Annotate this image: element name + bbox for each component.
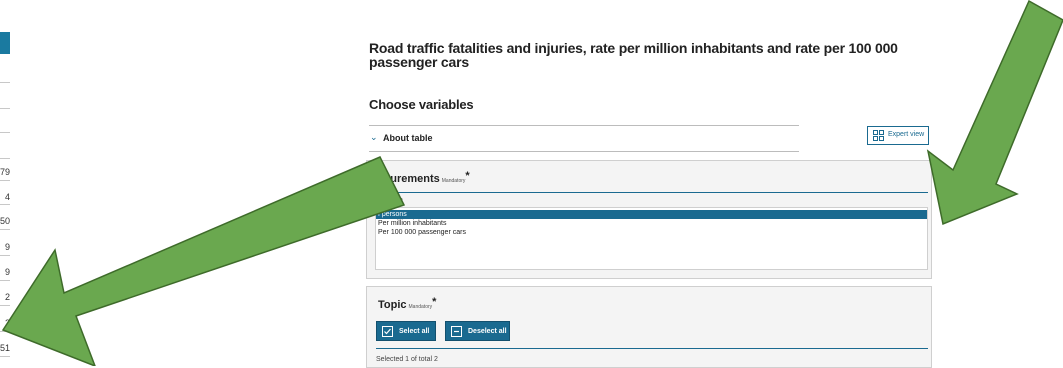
left-table-cell: 2 [4,318,10,328]
deselect-all-button[interactable]: Deselect all [445,321,510,341]
measurement-option[interactable]: Per 100 000 passenger cars [376,228,927,237]
measurements-selected-count: of total 3 [376,198,403,205]
left-table-cell: 51 [0,343,10,353]
deselect-all-label: Deselect all [468,328,507,335]
left-table-divider [0,305,10,306]
left-table-cell: 4 [4,192,10,202]
measurements-title-text: asurements [378,173,440,185]
measurement-option[interactable]: Per million inhabitants [376,219,927,228]
topic-title: Topic Mandatory* [378,296,437,311]
arrow-pointing-left-table [1,156,406,366]
topic-divider [376,348,928,349]
left-table-cell: 79 [0,167,10,177]
left-table-divider [0,229,10,230]
expert-view-label: Expert view [888,131,925,138]
required-star: * [432,296,437,308]
select-all-button[interactable]: Select all [376,321,436,341]
left-table-cell: 9 [4,267,10,277]
left-table-divider [0,280,10,281]
left-table-divider [0,204,10,205]
left-table-divider [0,132,10,133]
measurements-title: asurements Mandatory* [378,170,470,185]
required-star: * [465,170,470,182]
left-table-divider [0,82,10,83]
measurements-divider [376,192,928,193]
left-table-divider [0,255,10,256]
page-title: Road traffic fatalities and injuries, ra… [369,40,898,70]
left-table-divider [0,158,10,159]
select-all-label: Select all [399,328,430,335]
topic-selected-count: Selected 1 of total 2 [376,356,438,363]
topic-title-text: Topic [378,299,407,311]
expert-view-button[interactable]: Expert view [867,126,929,145]
left-table-cell: 9 [4,242,10,252]
grid-icon [873,130,884,141]
checkbox-checked-icon [382,326,393,337]
about-table-toggle[interactable]: ⌄ About table [369,125,799,152]
left-table-cell: 50 [0,216,10,226]
left-table-header [0,32,10,54]
chevron-down-icon: ⌄ [370,132,378,142]
left-table-cell: 2 [4,292,10,302]
measurements-listbox[interactable]: f persons Per million inhabitants Per 10… [375,207,928,270]
checkbox-minus-icon [451,326,462,337]
about-table-label: About table [383,133,433,143]
measurement-option[interactable]: f persons [376,210,927,219]
left-table-divider [0,180,10,181]
arrow-pointing-expert-view [926,0,1063,226]
left-table-divider [0,356,10,357]
choose-variables-heading: Choose variables [369,97,474,112]
left-table-divider [0,108,10,109]
mandatory-label: Mandatory [408,304,433,310]
left-table-divider [0,331,10,332]
mandatory-label: Mandatory [441,178,466,184]
